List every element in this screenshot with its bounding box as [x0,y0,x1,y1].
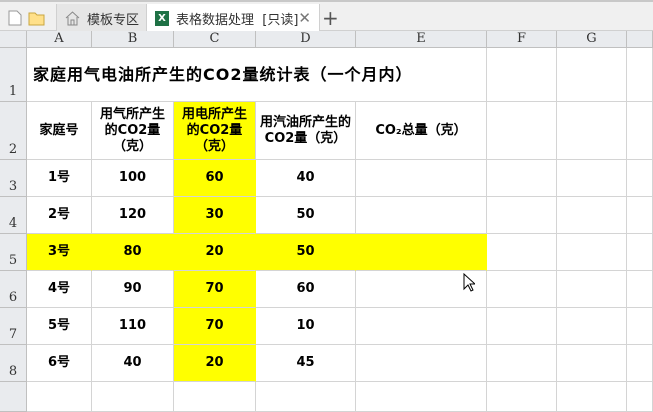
tab-spreadsheet[interactable]: X 表格数据处理 [只读] ✕ [147,4,320,32]
row-header[interactable]: 4 [0,197,27,234]
data-cell[interactable] [356,160,487,197]
row-header[interactable]: 3 [0,160,27,197]
empty-cell[interactable] [487,197,557,234]
tab-bar: 模板专区 X 表格数据处理 [只读] ✕ + [0,0,653,32]
data-cell[interactable]: 110 [92,308,174,345]
empty-cell[interactable] [627,102,653,160]
data-cell[interactable]: 10 [256,308,356,345]
column-header[interactable]: D [256,31,356,48]
empty-cell[interactable] [627,197,653,234]
empty-cell[interactable] [627,234,653,271]
header-cell[interactable]: CO₂总量（克） [356,102,487,160]
data-cell[interactable]: 6号 [27,345,92,382]
home-icon [65,10,80,25]
select-all-corner[interactable] [0,31,27,48]
empty-cell[interactable] [557,308,627,345]
empty-cell[interactable] [557,234,627,271]
data-cell[interactable]: 100 [92,160,174,197]
empty-cell[interactable] [487,271,557,308]
tab-label: 表格数据处理 [只读] [176,12,299,28]
data-cell[interactable]: 2号 [27,197,92,234]
mouse-cursor-icon [463,273,475,292]
data-cell[interactable]: 70 [174,271,256,308]
empty-cell[interactable] [487,102,557,160]
empty-cell[interactable] [627,48,653,102]
row-header[interactable]: 2 [0,102,27,160]
empty-cell[interactable] [557,382,627,412]
empty-cell[interactable] [557,271,627,308]
header-cell[interactable]: 用汽油所产生的CO2量（克） [256,102,356,160]
data-cell[interactable]: 30 [174,197,256,234]
row-header[interactable]: 5 [0,234,27,271]
row-header[interactable]: 6 [0,271,27,308]
column-header[interactable]: A [27,31,92,48]
empty-cell[interactable] [487,382,557,412]
tab-templates[interactable]: 模板专区 [56,4,147,32]
column-header[interactable]: C [174,31,256,48]
empty-cell[interactable] [487,308,557,345]
data-cell[interactable]: 50 [256,197,356,234]
folder-icon[interactable] [28,10,45,26]
data-cell[interactable] [356,234,487,271]
data-cell[interactable]: 50 [256,234,356,271]
empty-cell[interactable] [627,345,653,382]
empty-cell[interactable] [627,308,653,345]
close-tab-icon[interactable]: ✕ [298,9,311,27]
empty-cell[interactable] [256,382,356,412]
new-tab-button[interactable]: + [322,6,339,30]
empty-cell[interactable] [487,160,557,197]
data-cell[interactable] [356,345,487,382]
title-cell[interactable]: 家庭用气电油所产生的CO2量统计表（一个月内） [27,48,487,102]
data-cell[interactable]: 40 [92,345,174,382]
empty-cell[interactable] [487,345,557,382]
empty-cell[interactable] [92,382,174,412]
column-header[interactable]: F [487,31,557,48]
empty-cell[interactable] [487,48,557,102]
data-cell[interactable]: 60 [174,160,256,197]
row-header[interactable] [0,382,27,412]
empty-cell[interactable] [557,197,627,234]
empty-cell[interactable] [557,102,627,160]
tab-label: 模板专区 [87,12,140,28]
empty-cell[interactable] [174,382,256,412]
row-header[interactable]: 1 [0,48,27,102]
data-cell[interactable]: 20 [174,345,256,382]
column-header[interactable]: B [92,31,174,48]
data-cell[interactable]: 60 [256,271,356,308]
data-cell[interactable] [356,197,487,234]
data-cell[interactable]: 90 [92,271,174,308]
empty-cell[interactable] [557,48,627,102]
data-cell[interactable]: 4号 [27,271,92,308]
empty-cell[interactable] [487,234,557,271]
header-cell[interactable]: 用电所产生的CO2量（克） [174,102,256,160]
empty-cell[interactable] [27,382,92,412]
column-header[interactable]: G [557,31,627,48]
data-cell[interactable]: 40 [256,160,356,197]
data-cell[interactable]: 3号 [27,234,92,271]
row-header[interactable]: 7 [0,308,27,345]
data-cell[interactable]: 45 [256,345,356,382]
empty-cell[interactable] [557,160,627,197]
empty-cell[interactable] [627,160,653,197]
header-cell[interactable]: 用气所产生的CO2量（克） [92,102,174,160]
empty-cell[interactable] [627,382,653,412]
empty-cell[interactable] [356,382,487,412]
column-header[interactable]: E [356,31,487,48]
excel-icon: X [155,10,169,26]
data-cell[interactable]: 80 [92,234,174,271]
data-cell[interactable]: 20 [174,234,256,271]
data-cell[interactable] [356,308,487,345]
new-document-icon[interactable] [8,10,22,26]
empty-cell[interactable] [557,345,627,382]
empty-cell[interactable] [627,271,653,308]
row-header[interactable]: 8 [0,345,27,382]
data-cell[interactable]: 5号 [27,308,92,345]
header-cell[interactable]: 家庭号 [27,102,92,160]
data-cell[interactable]: 1号 [27,160,92,197]
column-header[interactable] [627,31,653,48]
data-cell[interactable]: 70 [174,308,256,345]
data-cell[interactable]: 120 [92,197,174,234]
